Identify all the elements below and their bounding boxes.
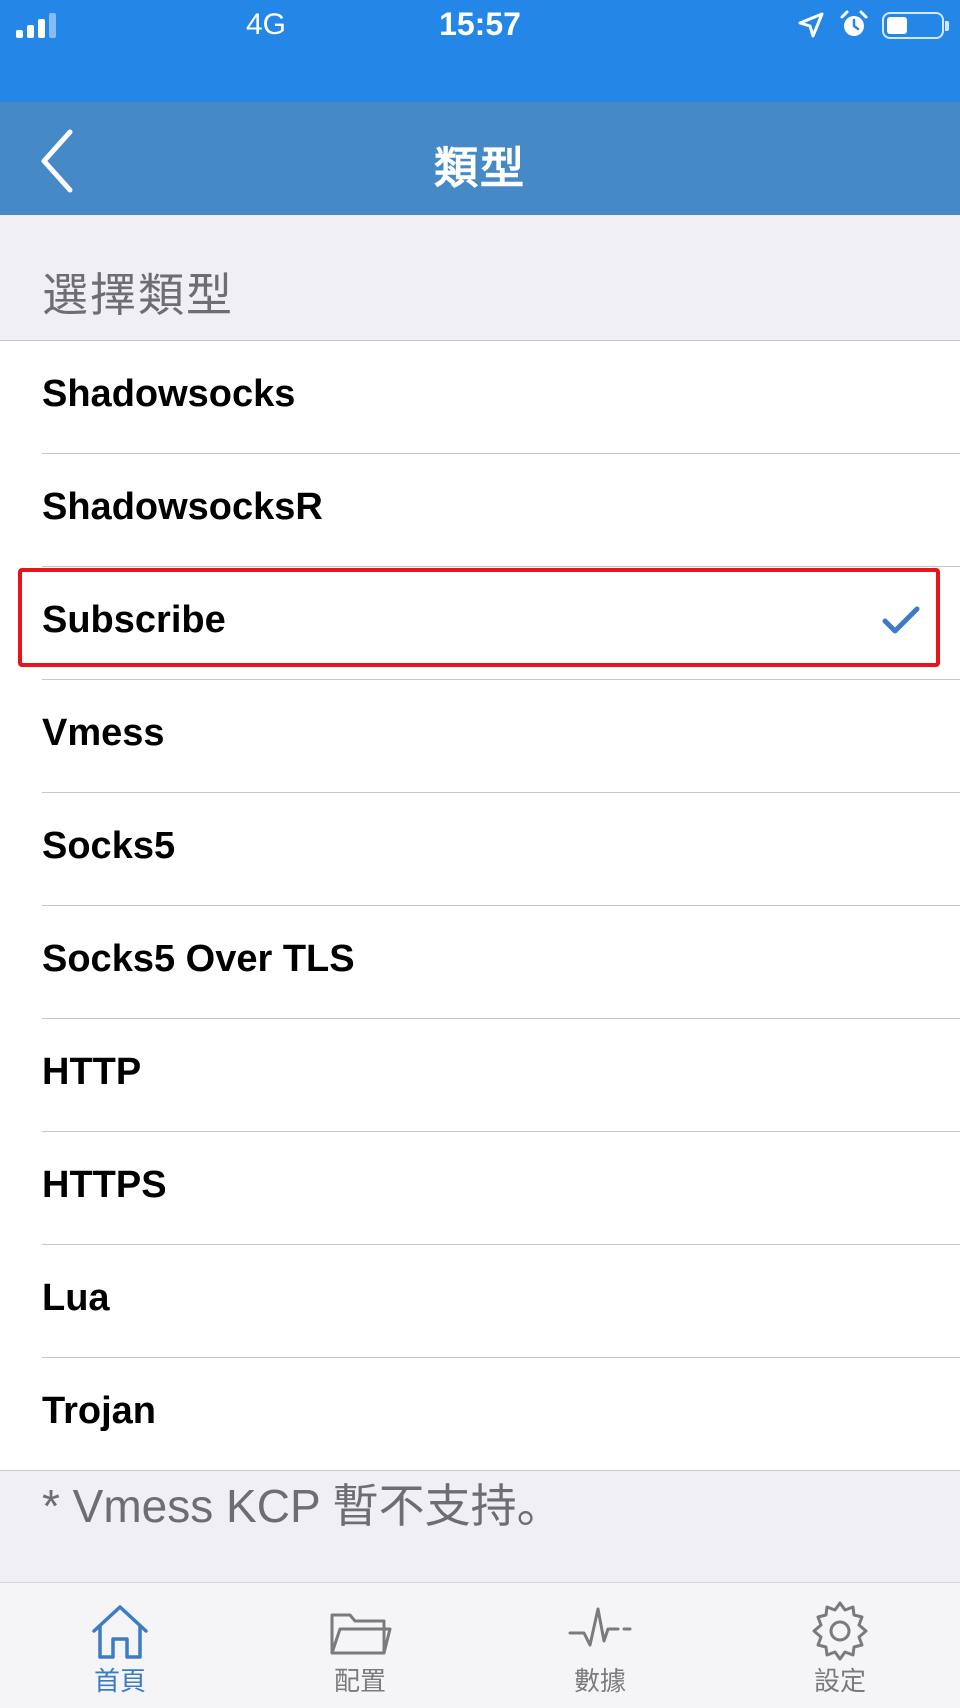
type-option-lua[interactable]: Lua bbox=[0, 1245, 960, 1358]
type-option-label: Socks5 Over TLS bbox=[42, 938, 355, 980]
tab-bar: 首頁 配置 數據 設定 bbox=[0, 1582, 960, 1708]
type-option-label: ShadowsocksR bbox=[42, 486, 323, 528]
type-option-http[interactable]: HTTP bbox=[0, 1019, 960, 1132]
tab-settings[interactable]: 設定 bbox=[720, 1583, 960, 1708]
type-option-https[interactable]: HTTPS bbox=[0, 1132, 960, 1245]
tab-home[interactable]: 首頁 bbox=[0, 1583, 240, 1708]
page-title: 類型 bbox=[434, 144, 526, 193]
type-option-socks5-over-tls[interactable]: Socks5 Over TLS bbox=[0, 906, 960, 1019]
type-option-vmess[interactable]: Vmess bbox=[0, 680, 960, 793]
section-header-label: 選擇類型 bbox=[42, 269, 234, 321]
tab-label: 配置 bbox=[333, 1666, 386, 1696]
pulse-icon bbox=[568, 1607, 632, 1647]
type-option-label: Vmess bbox=[42, 712, 165, 754]
type-option-socks5[interactable]: Socks5 bbox=[0, 793, 960, 906]
gear-icon bbox=[812, 1601, 868, 1661]
type-option-label: Shadowsocks bbox=[42, 373, 296, 415]
type-option-label: Trojan bbox=[42, 1390, 157, 1432]
tab-config[interactable]: 配置 bbox=[240, 1583, 480, 1708]
type-option-label: HTTPS bbox=[42, 1164, 167, 1206]
section-header: 選擇類型 bbox=[0, 215, 960, 341]
tab-label: 數據 bbox=[573, 1666, 626, 1696]
tab-data[interactable]: 數據 bbox=[480, 1583, 720, 1708]
type-option-shadowsocksr[interactable]: ShadowsocksR bbox=[0, 454, 960, 567]
screen: 4G 15:57 類型 選擇類型 Shadowsocks Shadowsocks… bbox=[0, 0, 960, 1708]
type-option-label: Socks5 bbox=[42, 825, 176, 867]
footnote: * Vmess KCP 暫不支持。 bbox=[42, 1480, 563, 1532]
location-arrow-icon bbox=[798, 12, 824, 38]
type-option-label: HTTP bbox=[42, 1051, 142, 1093]
home-icon bbox=[92, 1605, 148, 1659]
type-list: Shadowsocks ShadowsocksR Subscribe Vmess… bbox=[0, 341, 960, 1471]
type-option-subscribe[interactable]: Subscribe bbox=[0, 567, 960, 680]
status-bar: 4G 15:57 bbox=[0, 0, 960, 102]
folder-icon bbox=[330, 1613, 392, 1655]
battery-icon bbox=[882, 12, 949, 39]
type-option-trojan[interactable]: Trojan bbox=[0, 1358, 960, 1471]
tab-label: 設定 bbox=[813, 1666, 866, 1696]
checkmark-icon bbox=[882, 606, 920, 634]
navigation-bar: 類型 bbox=[0, 102, 960, 215]
tab-label: 首頁 bbox=[93, 1666, 146, 1696]
alarm-clock-icon bbox=[840, 10, 868, 36]
type-option-shadowsocks[interactable]: Shadowsocks bbox=[0, 341, 960, 454]
type-option-label: Lua bbox=[42, 1277, 110, 1319]
type-option-label: Subscribe bbox=[42, 599, 226, 641]
